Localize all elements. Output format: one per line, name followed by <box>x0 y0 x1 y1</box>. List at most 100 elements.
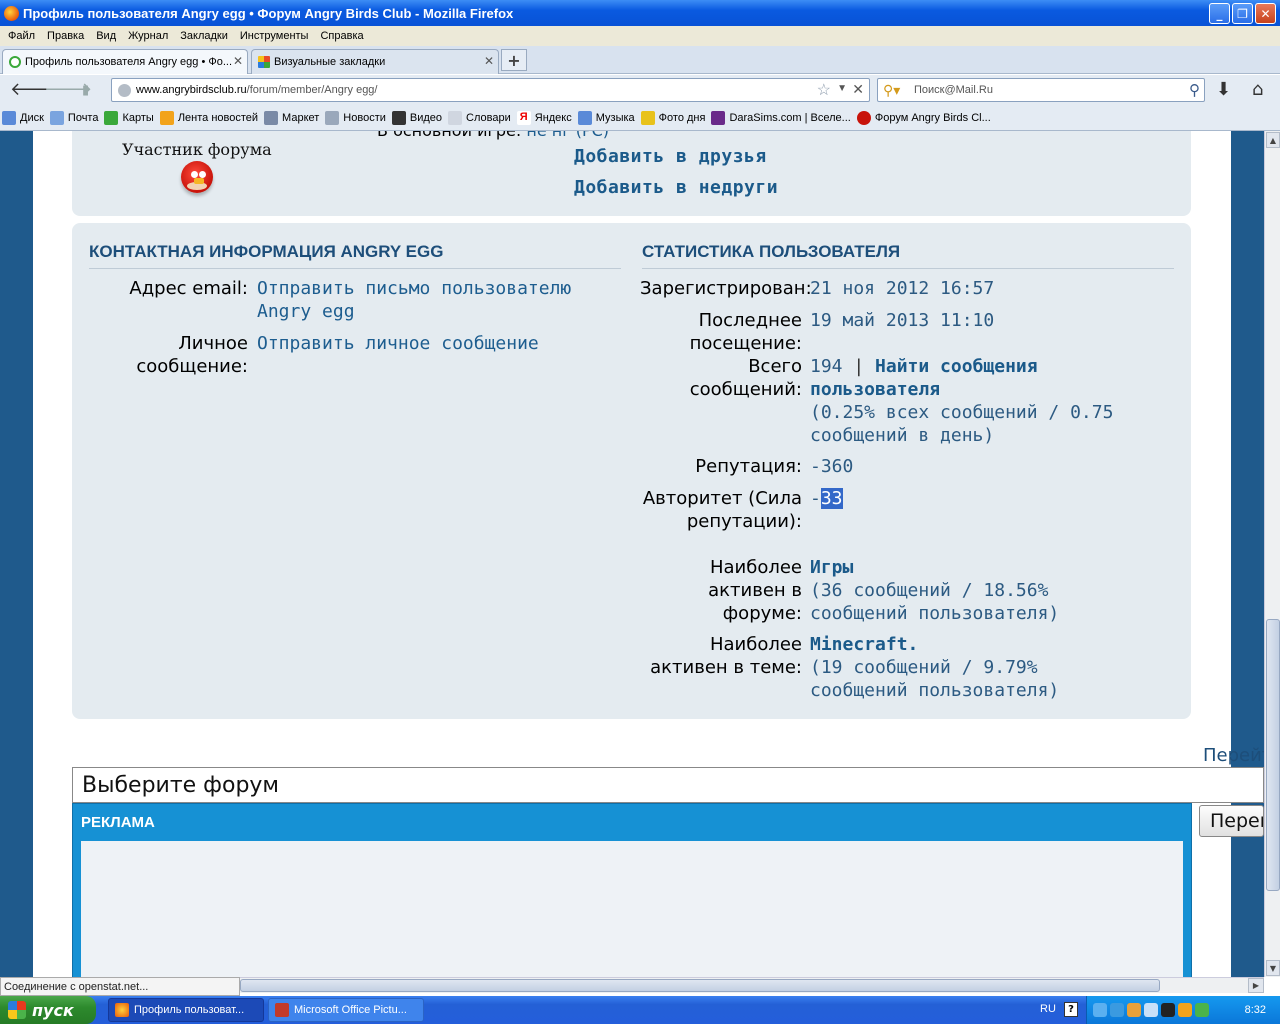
close-tab-icon[interactable]: ✕ <box>233 54 243 68</box>
maximize-button[interactable]: ❐ <box>1232 3 1253 24</box>
authority-value: -33 <box>810 487 843 510</box>
ad-content <box>81 841 1183 977</box>
tab-bar: Профиль пользователя Angry egg • Фо... ✕… <box>0 46 1280 74</box>
goto-text[interactable]: Перейти <box>1203 745 1264 766</box>
signal-icon: ▮ <box>82 83 90 98</box>
visual-bookmarks-icon <box>258 56 270 68</box>
menu-file[interactable]: Файл <box>2 30 41 42</box>
main-game-row: В основной игре: не нг (РС) <box>377 131 609 140</box>
bookmark-news-feed[interactable]: Лента новостей <box>159 110 258 125</box>
contact-heading: КОНТАКТНАЯ ИНФОРМАЦИЯ ANGRY EGG <box>89 242 621 269</box>
active-topic-label: Наиболее активен в теме: <box>650 634 802 678</box>
stop-icon[interactable]: ✕ <box>852 81 864 98</box>
main-game-label: В основной игре: <box>377 131 521 140</box>
menu-tools[interactable]: Инструменты <box>234 30 315 42</box>
minimize-button[interactable]: _ <box>1209 3 1230 24</box>
active-forum-detail: (36 сообщений / 18.56% сообщений пользов… <box>810 580 1060 624</box>
authority-sign: - <box>810 488 821 509</box>
bookmark-market[interactable]: Маркет <box>264 110 319 125</box>
tray-app-icon[interactable] <box>1127 1003 1141 1017</box>
help-icon[interactable]: ? <box>1064 1002 1078 1017</box>
scroll-thumb[interactable] <box>1266 619 1280 891</box>
office-picture-icon <box>275 1003 289 1017</box>
site-identity-icon[interactable] <box>118 84 131 97</box>
close-button[interactable]: ✕ <box>1255 3 1276 24</box>
taskbar-firefox-label: Профиль пользоват... <box>134 1004 245 1016</box>
bookmark-music[interactable]: Музыка <box>577 110 635 125</box>
scroll-up-icon[interactable]: ▲ <box>1266 132 1280 148</box>
windows-flag-icon <box>8 1001 26 1019</box>
tray-mail-icon[interactable] <box>1178 1003 1192 1017</box>
download-icon[interactable]: ⬇ <box>1216 79 1231 100</box>
horizontal-scrollbar[interactable]: ▶ <box>240 977 1264 993</box>
active-forum-label: Наиболее активен в форуме: <box>708 557 802 624</box>
tray-check-icon[interactable] <box>1195 1003 1209 1017</box>
network-icon[interactable] <box>1093 1003 1107 1017</box>
taskbar-office-picture[interactable]: Microsoft Office Pictu... <box>268 998 424 1022</box>
bookmark-star-icon[interactable]: ☆ <box>817 80 831 100</box>
search-placeholder: Поиск@Mail.Ru <box>914 84 993 96</box>
taskbar-firefox[interactable]: Профиль пользоват... <box>108 998 264 1022</box>
home-icon[interactable]: ⌂ <box>1252 79 1263 100</box>
posts-label: Всего сообщений: <box>689 356 802 400</box>
firefox-icon <box>115 1003 129 1017</box>
registered-value: 21 ноя 2012 16:57 <box>810 277 995 300</box>
bookmark-video[interactable]: Видео <box>391 110 442 125</box>
tab-visual-bookmarks[interactable]: Визуальные закладки ✕ <box>251 49 499 74</box>
tab-label: Визуальные закладки <box>274 56 386 68</box>
menu-help[interactable]: Справка <box>314 30 369 42</box>
window-title: Профиль пользователя Angry egg • Форум A… <box>23 5 514 21</box>
vertical-scrollbar[interactable]: ▲ ▼ <box>1264 131 1280 977</box>
language-indicator[interactable]: RU <box>1040 1003 1056 1015</box>
bookmark-news[interactable]: Новости <box>325 110 386 125</box>
search-icon[interactable]: ⚲ <box>1189 81 1200 99</box>
url-dropdown-icon[interactable]: ▼ <box>837 83 847 94</box>
url-domain: www.angrybirdsclub.ru <box>136 84 247 96</box>
go-button[interactable]: Перейти <box>1199 805 1264 837</box>
reputation-value: -360 <box>810 456 854 477</box>
bookmark-darasims[interactable]: DaraSims.com | Вселе... <box>711 110 851 125</box>
send-email-link[interactable]: Отправить письмо пользователю Angry egg <box>257 277 607 323</box>
go-button-label: Перейти <box>1210 810 1263 832</box>
clock: 8:32 <box>1244 1004 1266 1016</box>
page-side-left <box>0 131 33 977</box>
send-pm-link[interactable]: Отправить личное сообщение <box>257 332 607 355</box>
scroll-right-icon[interactable]: ▶ <box>1248 978 1264 993</box>
add-foe-link[interactable]: Добавить в недруги <box>574 177 778 198</box>
menu-view[interactable]: Вид <box>90 30 122 42</box>
close-tab-icon[interactable]: ✕ <box>484 54 494 68</box>
menu-bookmarks[interactable]: Закладки <box>174 30 234 42</box>
bookmark-angry-birds-forum[interactable]: Форум Angry Birds Cl... <box>856 110 991 125</box>
menu-history[interactable]: Журнал <box>122 30 174 42</box>
taskbar: пуск Профиль пользоват... Microsoft Offi… <box>0 996 1280 1024</box>
forum-select[interactable]: Выберите форум <box>72 767 1264 803</box>
menu-edit[interactable]: Правка <box>41 30 90 42</box>
volume-icon[interactable] <box>1144 1003 1158 1017</box>
url-path: /forum/member/Angry egg/ <box>246 84 378 96</box>
add-friend-link[interactable]: Добавить в друзья <box>574 146 767 167</box>
email-label: Адрес email: <box>129 278 248 299</box>
bookmark-disk[interactable]: Диск <box>2 110 44 125</box>
tray-t-icon[interactable] <box>1161 1003 1175 1017</box>
posts-separator: | <box>842 356 876 377</box>
url-bar[interactable]: www.angrybirdsclub.ru /forum/member/Angr… <box>111 78 870 102</box>
posts-detail: (0.25% всех сообщений / 0.75 сообщений в… <box>810 402 1114 446</box>
search-bar[interactable]: ⚲▾ Поиск@Mail.Ru ⚲ <box>877 78 1205 102</box>
bookmark-yandex[interactable]: Я Яндекс <box>516 110 572 125</box>
bluetooth-icon[interactable] <box>1110 1003 1124 1017</box>
hscroll-thumb[interactable] <box>240 979 1160 992</box>
active-forum-link[interactable]: Игры <box>810 557 853 578</box>
authority-label: Авторитет (Сила репутации): <box>642 488 802 532</box>
navigation-bar: 🡐 🡒 ▮ www.angrybirdsclub.ru /forum/membe… <box>0 75 1280 105</box>
ad-title: РЕКЛАМА <box>81 814 155 831</box>
start-button[interactable]: пуск <box>0 996 96 1024</box>
new-tab-button[interactable]: + <box>501 49 527 71</box>
tab-profile[interactable]: Профиль пользователя Angry egg • Фо... ✕ <box>2 49 248 74</box>
bookmark-photo-of-day[interactable]: Фото дня <box>640 110 705 125</box>
active-topic-link[interactable]: Minecraft. <box>810 634 918 655</box>
bookmark-mail[interactable]: Почта <box>49 110 98 125</box>
bookmark-maps[interactable]: Карты <box>104 110 154 125</box>
search-engine-icon[interactable]: ⚲▾ <box>883 82 900 99</box>
bookmark-dictionaries[interactable]: Словари <box>448 110 511 125</box>
scroll-down-icon[interactable]: ▼ <box>1266 960 1280 976</box>
